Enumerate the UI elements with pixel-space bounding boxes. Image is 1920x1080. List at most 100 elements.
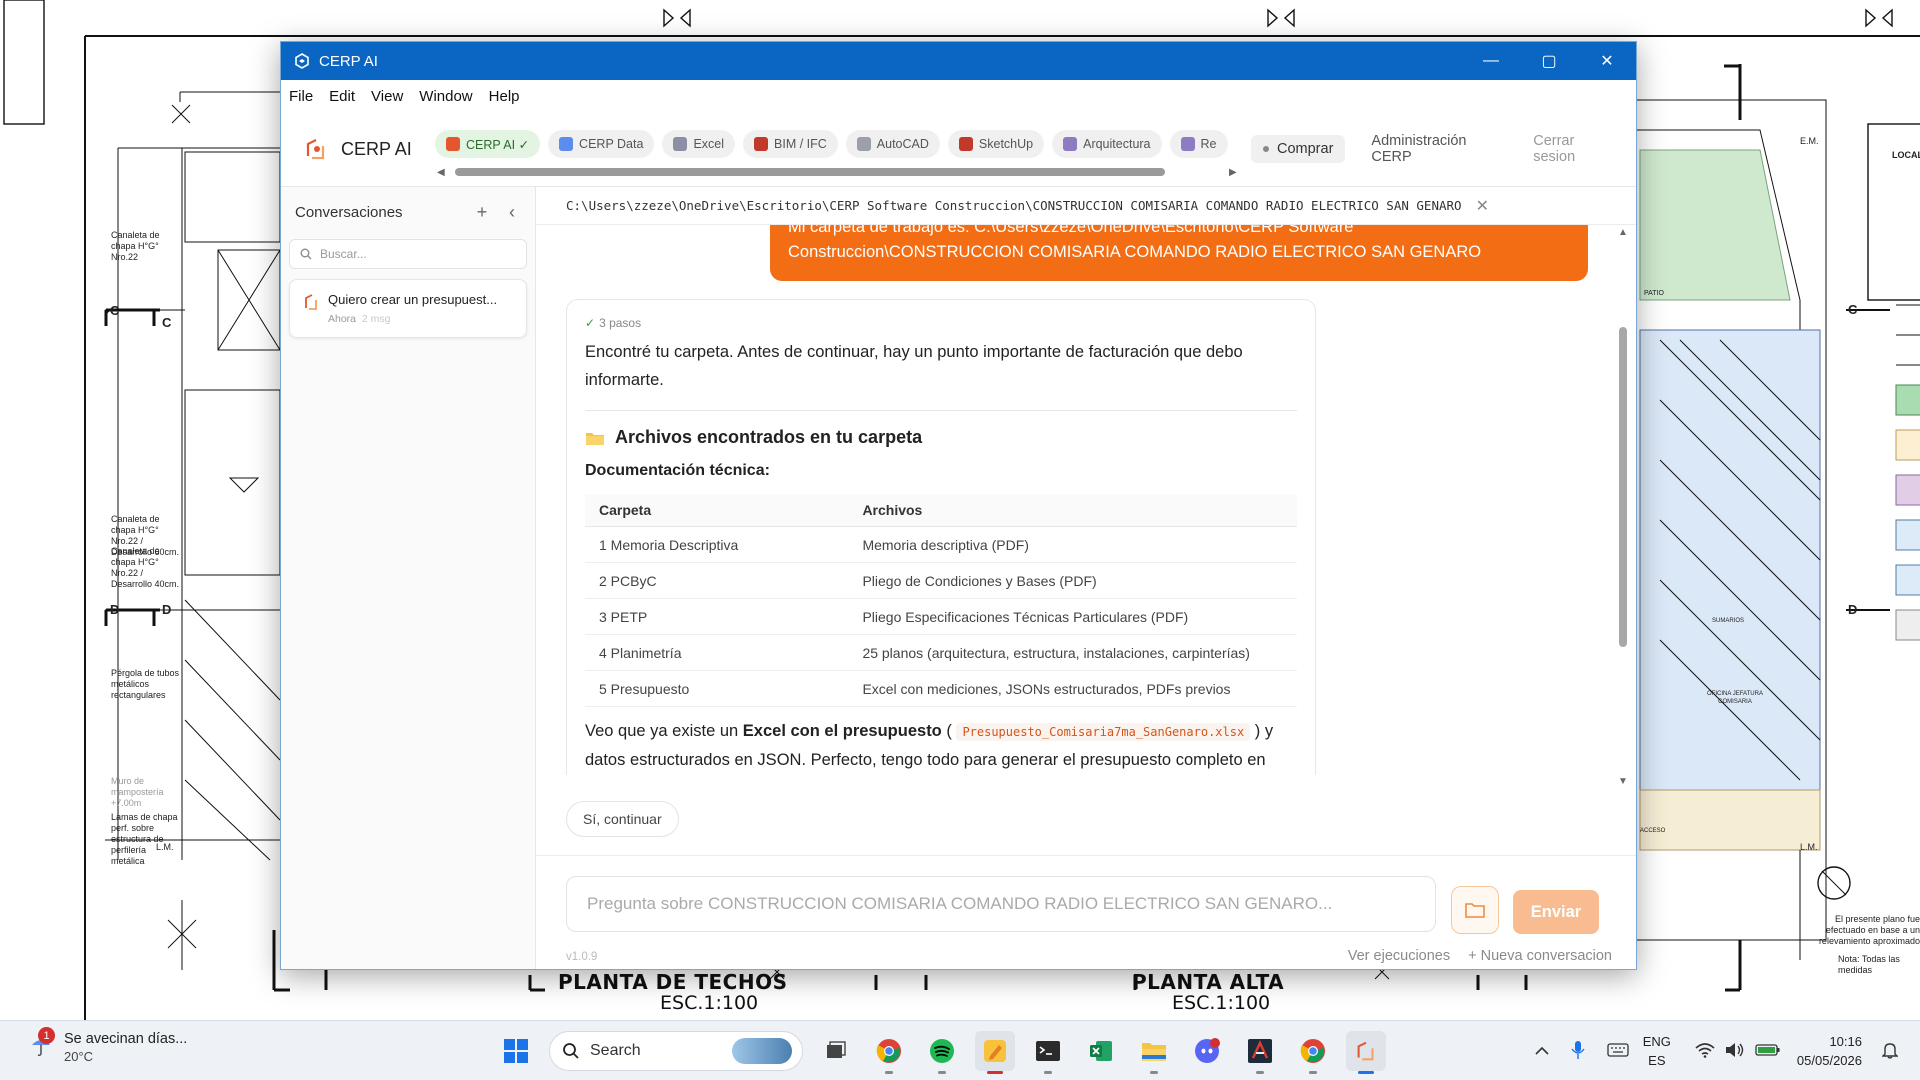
tab-arquitectura[interactable]: Arquitectura (1052, 130, 1162, 158)
table-cell: 5 Presupuesto (585, 670, 849, 707)
scroll-up-icon[interactable]: ▲ (1616, 227, 1630, 238)
attach-folder-button[interactable] (1451, 886, 1499, 934)
taskbar-app-spotify[interactable] (922, 1031, 962, 1074)
table-cell: Excel con mediciones, JSONs estructurado… (848, 670, 1297, 707)
language-indicator[interactable]: ENG ES (1643, 1032, 1671, 1070)
conversations-sidebar: Conversaciones + ‹ Buscar... Quiero crea… (281, 187, 536, 969)
keyboard-icon[interactable] (1607, 1042, 1629, 1060)
quick-reply-button[interactable]: Sí, continuar (566, 801, 679, 837)
window-titlebar[interactable]: CERP AI — ▢ ✕ (281, 42, 1636, 80)
steps-indicator[interactable]: ✓ 3 pasos (585, 316, 1297, 330)
menu-view[interactable]: View (371, 88, 413, 105)
cad-label: PATIO (1644, 290, 1664, 297)
task-view-icon (827, 1041, 846, 1058)
minimize-button[interactable]: — (1462, 42, 1520, 80)
buy-label: Comprar (1277, 141, 1334, 157)
chevron-up-icon[interactable] (1535, 1044, 1549, 1059)
conversation-search-input[interactable]: Buscar... (289, 239, 527, 269)
spotify-icon (930, 1039, 954, 1063)
conversation-item[interactable]: Quiero crear un presupuest... Ahora 2 ms… (289, 279, 527, 338)
tab-sketchup[interactable]: SketchUp (947, 130, 1045, 158)
column-header: Archivos (848, 494, 1297, 527)
admin-link[interactable]: Administración CERP (1371, 133, 1507, 165)
text-run: Veo que ya existe un (585, 722, 743, 740)
battery-icon[interactable] (1755, 1043, 1781, 1060)
tabs-scrollbar[interactable]: ◀ ▶ (437, 166, 1241, 178)
message-input[interactable]: Pregunta sobre CONSTRUCCION COMISARIA CO… (566, 876, 1436, 932)
taskbar-app-excel[interactable] (1081, 1031, 1121, 1071)
excel-icon (673, 137, 688, 151)
terminal-icon (1036, 1041, 1060, 1061)
view-runs-link[interactable]: Ver ejecuciones (1348, 948, 1450, 964)
cad-label: SUMARIOS (1712, 618, 1745, 624)
notifications-bell-icon[interactable] (1881, 1041, 1899, 1062)
table-cell: 2 PCByC (585, 562, 849, 599)
section-heading: Archivos encontrados en tu carpeta (585, 427, 1297, 448)
sidebar-title: Conversaciones (295, 203, 403, 221)
scroll-left-icon[interactable]: ◀ (437, 167, 449, 178)
volume-icon[interactable] (1725, 1042, 1745, 1061)
collapse-sidebar-button[interactable]: ‹ (497, 202, 527, 223)
cerp-ai-icon (446, 137, 460, 151)
tab-cerp-ai[interactable]: CERP AI ✓ (435, 130, 541, 158)
menu-window[interactable]: Window (419, 88, 482, 105)
clear-path-button[interactable]: ✕ (1476, 196, 1489, 216)
clock-time: 10:16 (1829, 1034, 1862, 1049)
tab-bim-ifc[interactable]: BIM / IFC (743, 130, 838, 158)
chrome-icon (876, 1039, 901, 1063)
taskbar-app-chrome[interactable] (869, 1031, 909, 1074)
arquitectura-icon (1063, 137, 1078, 151)
buy-button[interactable]: Comprar (1251, 135, 1346, 163)
start-button[interactable] (496, 1031, 536, 1071)
system-tray: ENG ES 10:16 05/05/2026 (1535, 1021, 1920, 1080)
scroll-down-icon[interactable]: ▼ (1616, 776, 1630, 787)
conversation-count: 2 msg (361, 313, 391, 325)
taskbar-app-autocad[interactable] (1240, 1031, 1280, 1074)
table-cell: Pliego Especificaciones Técnicas Particu… (848, 598, 1297, 635)
tab-autocad[interactable]: AutoCAD (845, 130, 940, 158)
new-conversation-button[interactable]: + (467, 202, 497, 223)
section-mark: C (1848, 302, 1858, 317)
clock[interactable]: 10:16 05/05/2026 (1797, 1032, 1862, 1070)
scrollbar-thumb[interactable] (1619, 327, 1627, 647)
cad-note: Canaleta de chapa H°G° Nro.22 / Desarrol… (111, 546, 180, 589)
assistant-paragraph: Veo que ya existe un Excel con el presup… (585, 717, 1297, 775)
taskbar-search[interactable]: Search (549, 1031, 803, 1071)
taskbar-app-discord[interactable] (1187, 1031, 1227, 1071)
tab-excel[interactable]: Excel (662, 130, 736, 158)
scroll-right-icon[interactable]: ▶ (1229, 167, 1241, 178)
tab-re[interactable]: Re (1169, 130, 1228, 158)
excel-icon (1090, 1041, 1112, 1061)
menu-file[interactable]: File (289, 88, 323, 105)
taskbar-app-notes[interactable] (975, 1031, 1015, 1074)
section-mark: C (162, 315, 172, 330)
wifi-icon[interactable] (1695, 1042, 1715, 1061)
taskbar-app-terminal[interactable] (1028, 1031, 1068, 1074)
weather-widget[interactable]: 1 Se avecinan días... 20°C (28, 1027, 187, 1064)
weather-icon: 1 (28, 1027, 55, 1057)
working-folder-path: C:\Users\zzeze\OneDrive\Escritorio\CERP … (536, 187, 1636, 225)
chat-scrollbar[interactable]: ▲ ▼ (1616, 227, 1630, 787)
brand-name: CERP AI (341, 138, 412, 159)
new-conversation-link[interactable]: + Nueva conversacion (1468, 948, 1612, 964)
task-view-button[interactable] (816, 1031, 856, 1071)
microphone-icon[interactable] (1571, 1040, 1585, 1063)
tab-cerp-data[interactable]: CERP Data (548, 130, 655, 158)
maximize-button[interactable]: ▢ (1520, 42, 1578, 80)
scrollbar-thumb[interactable] (455, 168, 1165, 176)
logout-link[interactable]: Cerrar sesion (1533, 133, 1618, 165)
brand[interactable]: CERP AI (281, 136, 431, 162)
folder-icon (586, 432, 604, 445)
cad-label: L.M. (1800, 842, 1818, 852)
notification-badge: 1 (38, 1027, 55, 1044)
taskbar-app-files[interactable] (1134, 1031, 1174, 1074)
menu-help[interactable]: Help (489, 88, 530, 105)
menu-edit[interactable]: Edit (329, 88, 365, 105)
close-button[interactable]: ✕ (1578, 42, 1636, 80)
taskbar-app-chrome-alt[interactable] (1293, 1031, 1333, 1074)
app-version: v1.0.9 (566, 951, 598, 963)
chat-messages[interactable]: Mi carpeta de trabajo es: C:\Users\zzeze… (536, 225, 1636, 775)
table-cell: 1 Memoria Descriptiva (585, 526, 849, 563)
taskbar-app-cerp[interactable] (1346, 1031, 1386, 1074)
send-button[interactable]: Enviar (1513, 890, 1599, 934)
